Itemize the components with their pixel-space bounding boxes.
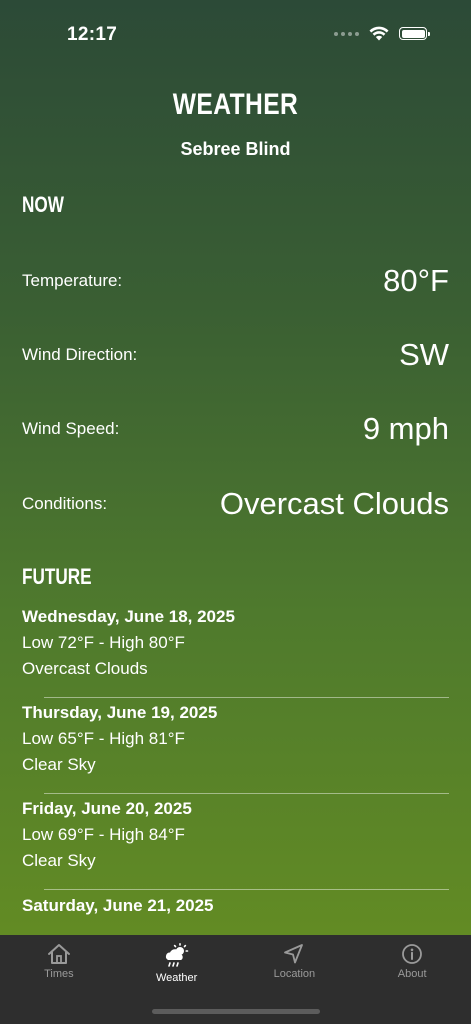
- forecast-range: Low 65°F - High 81°F: [22, 729, 185, 748]
- divider: [44, 889, 449, 890]
- tab-label: About: [397, 968, 427, 980]
- wind-direction-row: Wind Direction: SW: [22, 335, 449, 375]
- info-icon: [402, 944, 423, 964]
- status-bar: 12:17: [0, 0, 471, 70]
- page-title: WEATHER: [172, 88, 299, 121]
- forecast-item: Thursday, June 19, 2025 Low 65°F - High …: [22, 700, 449, 778]
- temperature-row: Temperature: 80°F: [22, 261, 449, 301]
- cellular-signal-icon: [334, 31, 359, 36]
- battery-icon: [399, 27, 430, 40]
- conditions-row: Conditions: Overcast Clouds: [22, 484, 449, 524]
- location-arrow-icon: [284, 944, 304, 964]
- temperature-value: 80°F: [383, 263, 449, 298]
- wind-speed-row: Wind Speed: 9 mph: [22, 409, 449, 449]
- forecast-item: Wednesday, June 18, 2025 Low 72°F - High…: [22, 604, 449, 682]
- home-indicator: [152, 1009, 320, 1014]
- tab-about[interactable]: About: [353, 935, 471, 995]
- forecast-conditions: Clear Sky: [22, 851, 96, 870]
- tab-location[interactable]: Location: [236, 935, 354, 995]
- tab-label: Location: [273, 968, 316, 980]
- wind-speed-label: Wind Speed:: [22, 419, 120, 438]
- forecast-item: Friday, June 20, 2025 Low 69°F - High 84…: [22, 796, 449, 874]
- future-heading: FUTURE: [22, 564, 92, 589]
- forecast-range: Low 72°F - High 80°F: [22, 633, 185, 652]
- status-icons: [334, 26, 430, 41]
- location-name: Sebree Blind: [180, 139, 291, 159]
- forecast-date: Wednesday, June 18, 2025: [22, 607, 235, 626]
- weather-icon: [165, 943, 188, 967]
- status-time: 12:17: [67, 24, 118, 45]
- tab-weather[interactable]: Weather: [118, 935, 236, 995]
- forecast-date: Thursday, June 19, 2025: [22, 703, 218, 722]
- tab-label: Times: [44, 968, 74, 980]
- tab-label: Weather: [155, 972, 198, 984]
- wind-direction-label: Wind Direction:: [22, 345, 138, 364]
- tab-times[interactable]: Times: [0, 935, 118, 995]
- wind-speed-value: 9 mph: [362, 411, 449, 446]
- wind-direction-value: SW: [399, 337, 449, 372]
- divider: [44, 697, 449, 698]
- forecast-range: Low 69°F - High 84°F: [22, 825, 185, 844]
- forecast-item: Saturday, June 21, 2025: [22, 893, 449, 919]
- conditions-label: Conditions:: [22, 494, 108, 513]
- temperature-label: Temperature:: [22, 271, 123, 290]
- forecast-date: Saturday, June 21, 2025: [22, 896, 214, 915]
- forecast-date: Friday, June 20, 2025: [22, 799, 192, 818]
- forecast-conditions: Clear Sky: [22, 755, 96, 774]
- conditions-value: Overcast Clouds: [219, 486, 449, 521]
- forecast-conditions: Overcast Clouds: [22, 659, 148, 678]
- now-heading: NOW: [22, 192, 64, 217]
- divider: [44, 793, 449, 794]
- wifi-icon: [369, 26, 389, 41]
- home-icon: [47, 944, 70, 964]
